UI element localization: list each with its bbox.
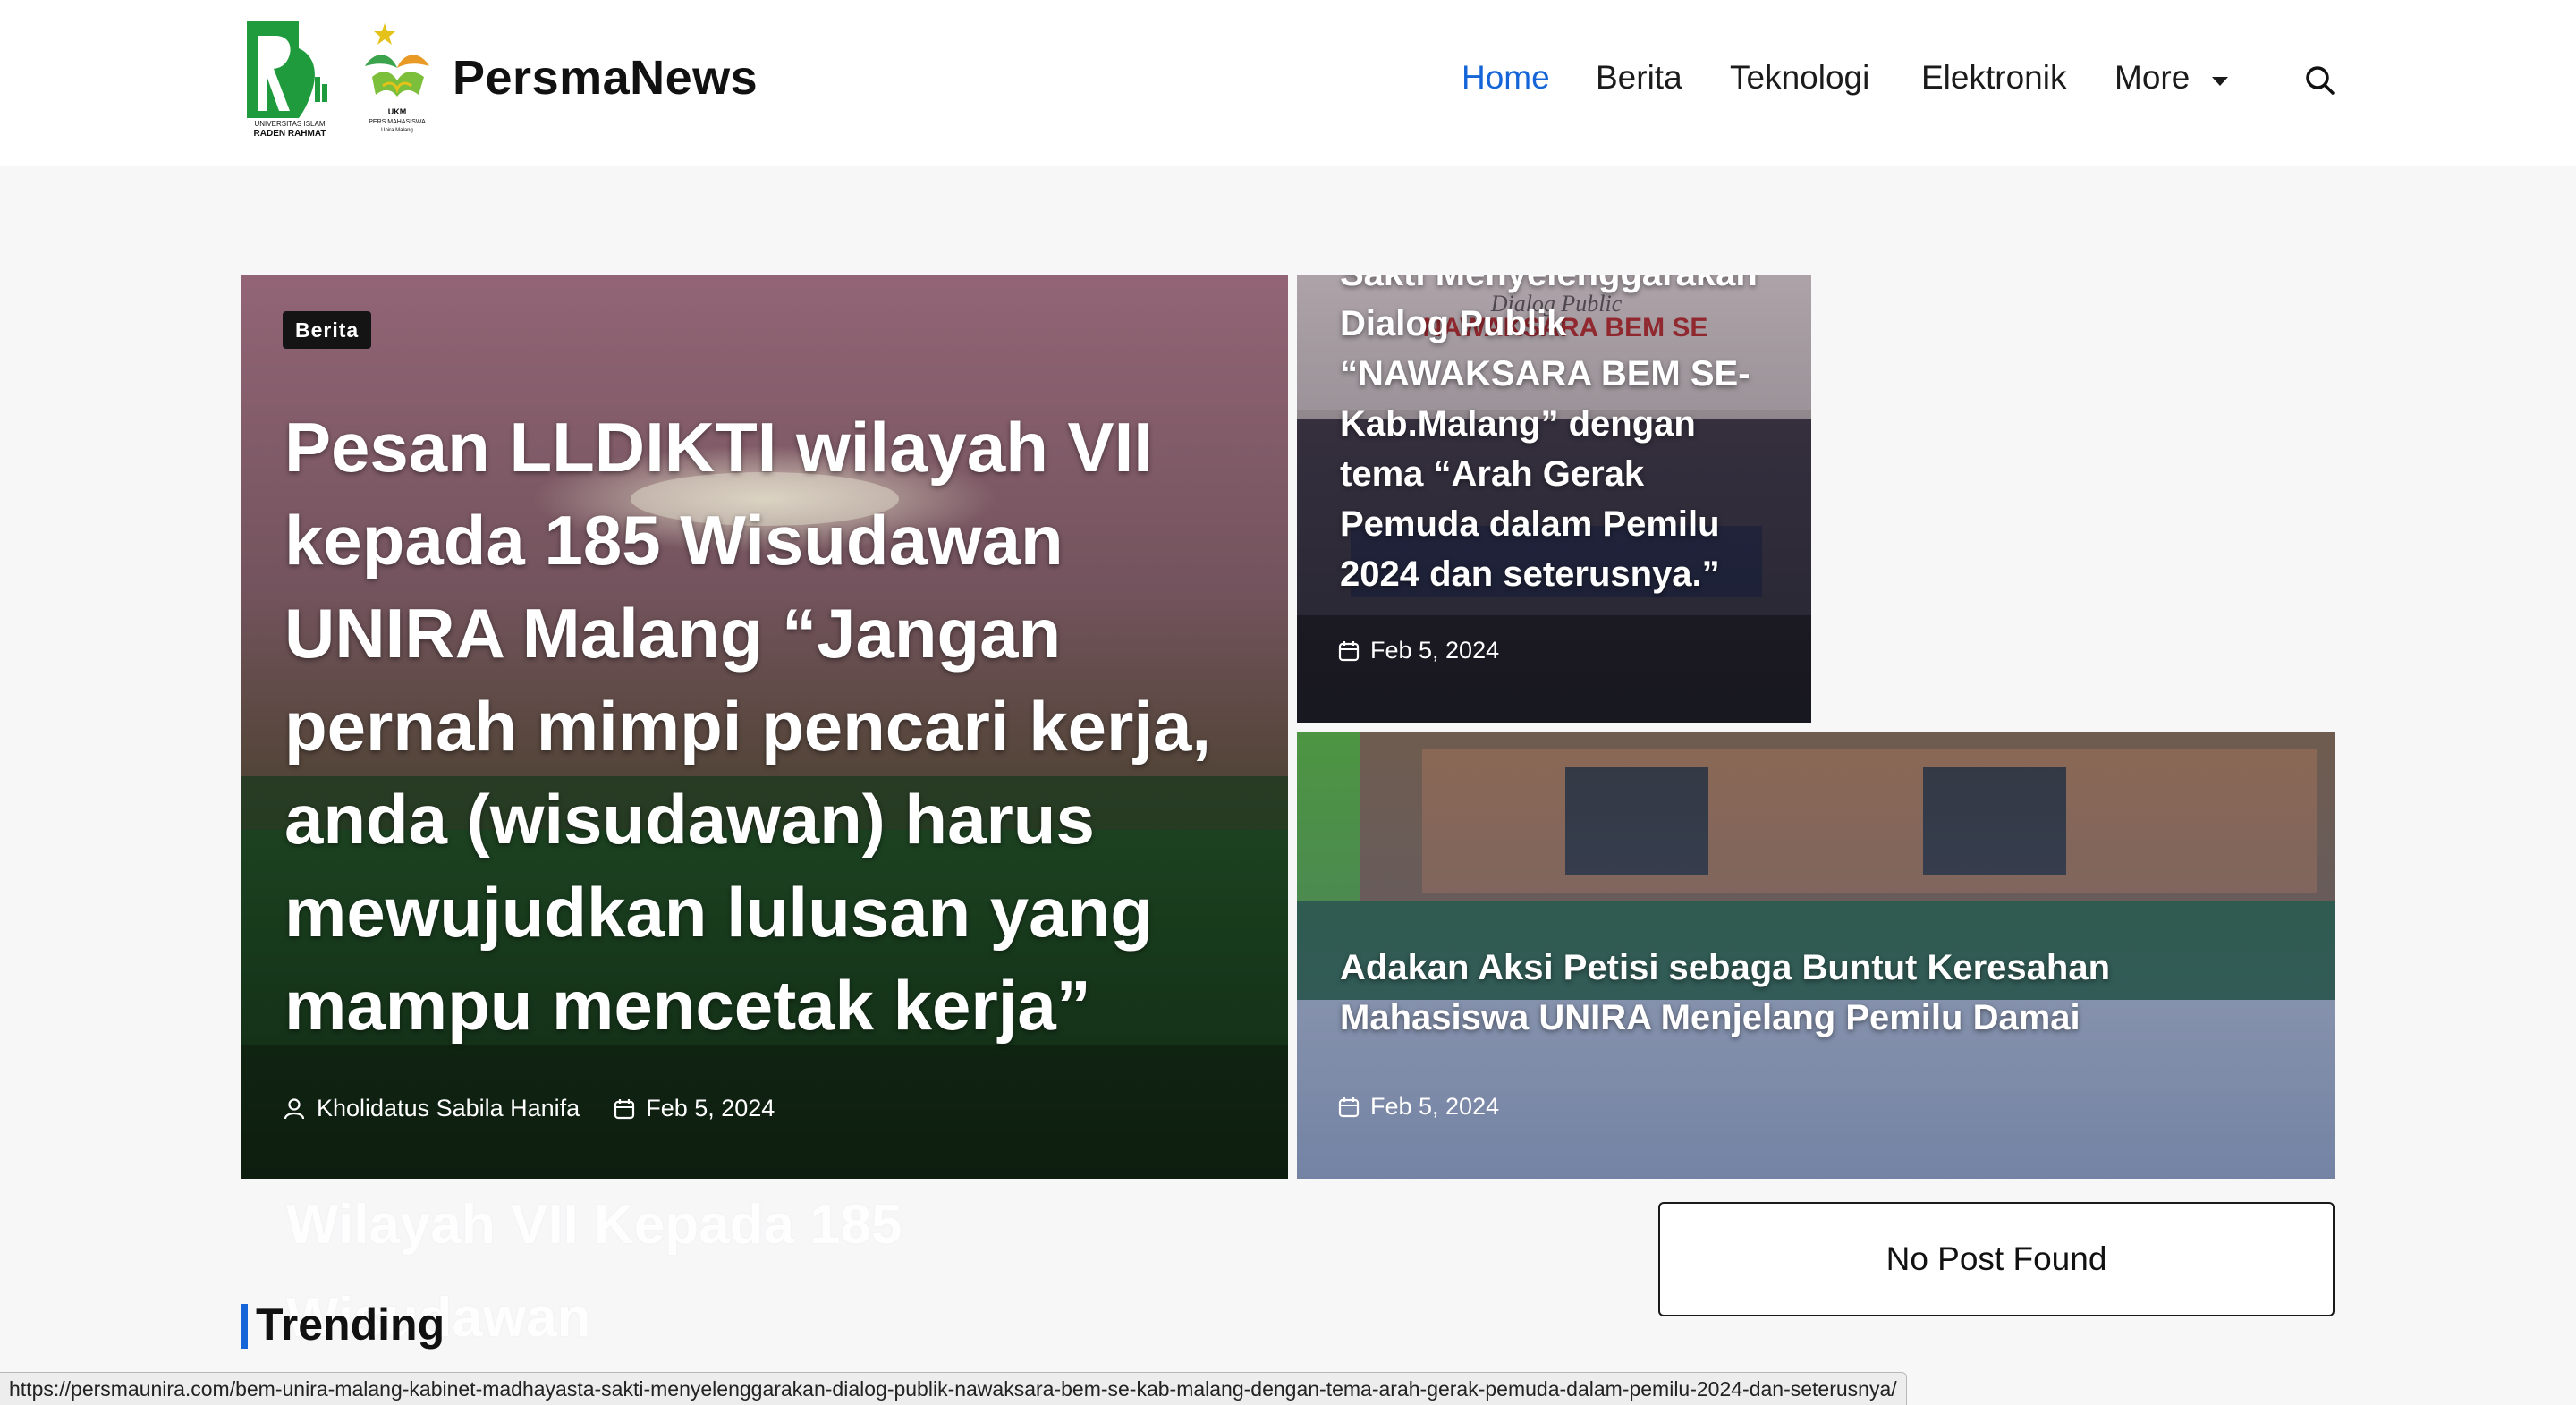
svg-text:Unira Malang: Unira Malang	[381, 128, 413, 133]
nav-elektronik[interactable]: Elektronik	[1921, 59, 2066, 97]
link-status-bar: https://persmaunira.com/bem-unira-malang…	[0, 1372, 1907, 1405]
category-badge[interactable]: Berita	[283, 311, 372, 349]
svg-text:PERS MAHASISWA: PERS MAHASISWA	[369, 119, 426, 125]
side-post-title-2[interactable]: Adakan Aksi Petisi sebaga Buntut Keresah…	[1340, 943, 2288, 1043]
nav-teknologi[interactable]: Teknologi	[1730, 59, 1869, 97]
nav-home[interactable]: Home	[1462, 59, 1550, 97]
featured-post-title[interactable]: Pesan LLDIKTI wilayah VII kepada 185 Wis…	[284, 401, 1259, 1052]
svg-text:RADEN RAHMAT: RADEN RAHMAT	[254, 129, 326, 138]
chevron-down-icon[interactable]	[2212, 77, 2228, 86]
nav-berita[interactable]: Berita	[1596, 59, 1682, 97]
side-post-card-2[interactable]: Adakan Aksi Petisi sebaga Buntut Keresah…	[1297, 732, 2334, 1179]
user-icon	[284, 1097, 305, 1119]
trending-heading: Trending	[256, 1299, 445, 1350]
post-meta: Feb 5, 2024	[1338, 1093, 1499, 1121]
search-icon[interactable]	[2304, 64, 2336, 97]
post-meta: Feb 5, 2024	[1338, 637, 1499, 664]
svg-text:UNIVERSITAS ISLAM: UNIVERSITAS ISLAM	[255, 120, 326, 128]
post-date: Feb 5, 2024	[1370, 637, 1500, 664]
trending-accent-bar	[242, 1304, 248, 1349]
side-post-title[interactable]: Sakti Menyelenggarakan Dialog Publik “NA…	[1340, 275, 1787, 599]
side-post-title-text: Dialog Publik “NAWAKSARA BEM SE-Kab.Mala…	[1340, 304, 1750, 594]
no-post-box: No Post Found	[1658, 1202, 2334, 1316]
calendar-icon	[1338, 1096, 1360, 1117]
site-header: UNIVERSITAS ISLAM RADEN RAHMAT UKM PERS …	[0, 0, 2576, 166]
post-author[interactable]: Kholidatus Sabila Hanifa	[317, 1095, 580, 1122]
post-meta: Kholidatus Sabila Hanifa Feb 5, 2024	[283, 1095, 775, 1122]
side-post-card[interactable]: Dialog Public NAWAKSARA BEM SE Sakti Men…	[1297, 275, 1811, 723]
calendar-icon	[614, 1098, 635, 1119]
post-date: Feb 5, 2024	[1370, 1093, 1500, 1120]
side-post-title-lead: Sakti Menyelenggarakan	[1340, 275, 1758, 293]
main-nav: Home Berita Teknologi Elektronik More	[0, 59, 2576, 113]
post-date: Feb 5, 2024	[646, 1095, 775, 1121]
nav-more[interactable]: More	[2114, 59, 2190, 97]
featured-post-card[interactable]: Berita Pesan LLDIKTI wilayah VII kepada …	[242, 275, 1288, 1179]
calendar-icon	[1338, 640, 1360, 661]
